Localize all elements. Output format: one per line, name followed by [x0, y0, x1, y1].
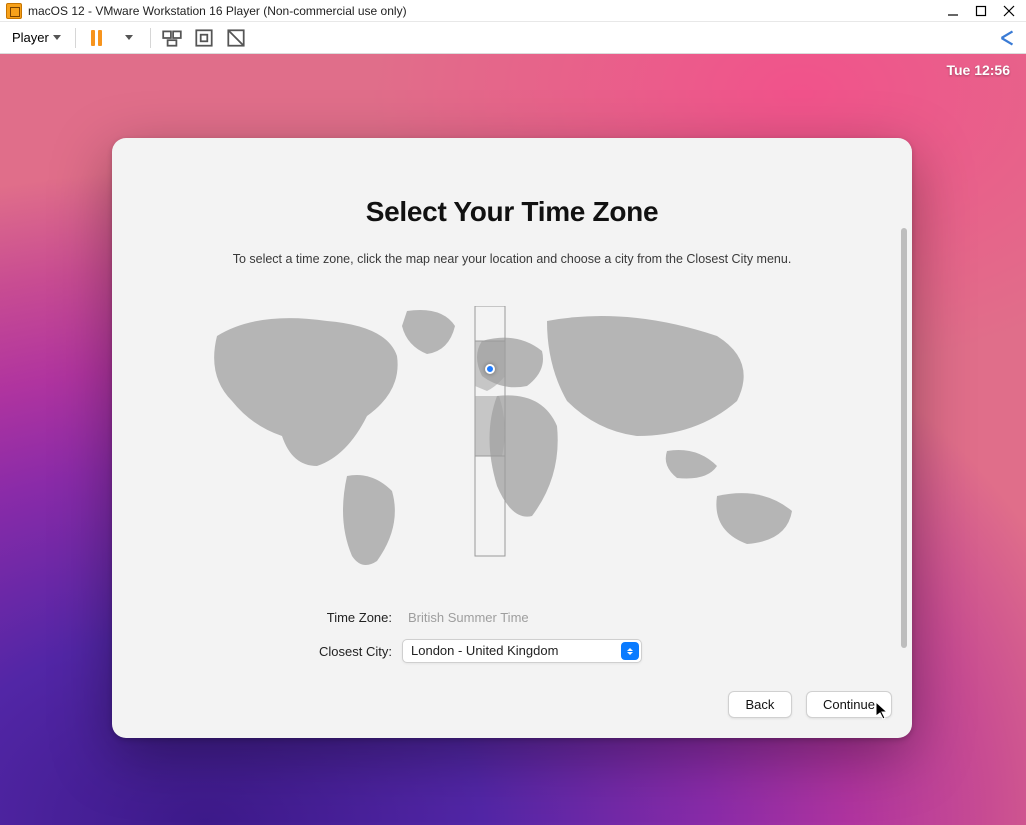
power-menu-button[interactable]	[118, 27, 140, 49]
unity-mode-button[interactable]	[225, 27, 247, 49]
window-close-button[interactable]	[1002, 4, 1016, 18]
page-title: Select Your Time Zone	[162, 196, 862, 228]
chevron-down-icon	[125, 35, 133, 40]
map-location-pin	[485, 364, 495, 374]
fullscreen-button[interactable]	[193, 27, 215, 49]
window-titlebar: macOS 12 - VMware Workstation 16 Player …	[0, 0, 1026, 22]
timezone-label: Time Zone:	[232, 610, 392, 625]
cycle-displays-button[interactable]	[996, 27, 1018, 49]
guest-screen[interactable]: Tue 12:56 Select Your Time Zone To selec…	[0, 54, 1026, 825]
setup-assistant-window: Select Your Time Zone To select a time z…	[112, 138, 912, 738]
closest-city-value: London - United Kingdom	[402, 639, 642, 663]
back-button[interactable]: Back	[728, 691, 792, 718]
window-minimize-button[interactable]	[946, 4, 960, 18]
closest-city-label: Closest City:	[232, 644, 392, 659]
vmware-icon	[6, 3, 22, 19]
player-menu-label: Player	[12, 30, 49, 45]
toolbar-divider	[150, 28, 151, 48]
player-menu-button[interactable]: Player	[8, 28, 65, 47]
vmware-toolbar: Player	[0, 22, 1026, 54]
page-subtitle: To select a time zone, click the map nea…	[162, 252, 862, 266]
select-stepper-icon	[621, 642, 639, 660]
send-ctrl-alt-del-button[interactable]	[161, 27, 183, 49]
chevron-down-icon	[53, 35, 61, 40]
timezone-value: British Summer Time	[402, 610, 792, 625]
window-title: macOS 12 - VMware Workstation 16 Player …	[28, 4, 407, 18]
continue-button[interactable]: Continue	[806, 691, 892, 718]
menubar-clock: Tue 12:56	[946, 62, 1010, 78]
window-maximize-button[interactable]	[974, 4, 988, 18]
world-map[interactable]	[197, 306, 827, 576]
toolbar-divider	[75, 28, 76, 48]
pause-icon	[91, 30, 102, 46]
pause-vm-button[interactable]	[86, 27, 108, 49]
timezone-highlight	[475, 306, 505, 556]
closest-city-select[interactable]: London - United Kingdom	[402, 639, 642, 663]
